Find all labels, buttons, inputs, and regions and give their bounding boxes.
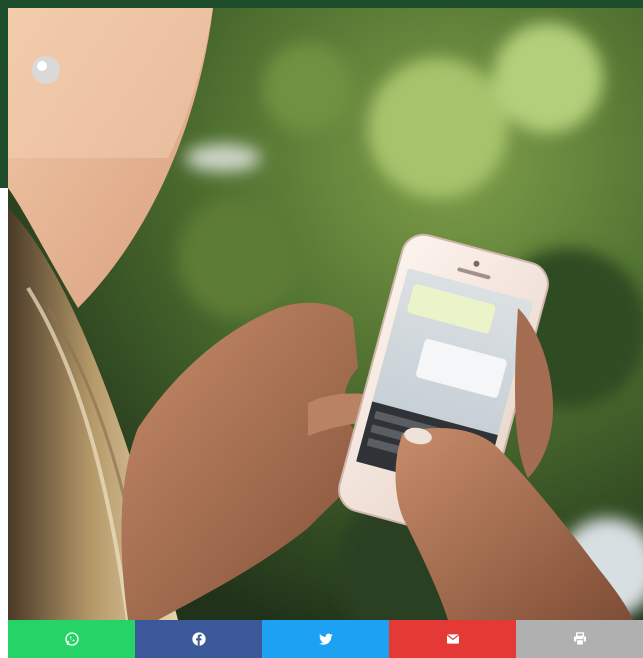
facebook-icon	[191, 632, 206, 646]
side-band	[0, 8, 8, 188]
print-icon	[573, 632, 586, 646]
share-bar	[8, 620, 643, 658]
whatsapp-icon	[64, 632, 79, 646]
facebook-share-button[interactable]	[135, 620, 262, 658]
article-photo	[8, 8, 643, 620]
print-button[interactable]	[516, 620, 643, 658]
whatsapp-share-button[interactable]	[8, 620, 135, 658]
email-icon	[446, 634, 459, 644]
header-band	[0, 0, 643, 8]
twitter-icon	[318, 633, 333, 645]
email-share-button[interactable]	[389, 620, 516, 658]
twitter-share-button[interactable]	[262, 620, 389, 658]
article-page	[0, 0, 643, 658]
